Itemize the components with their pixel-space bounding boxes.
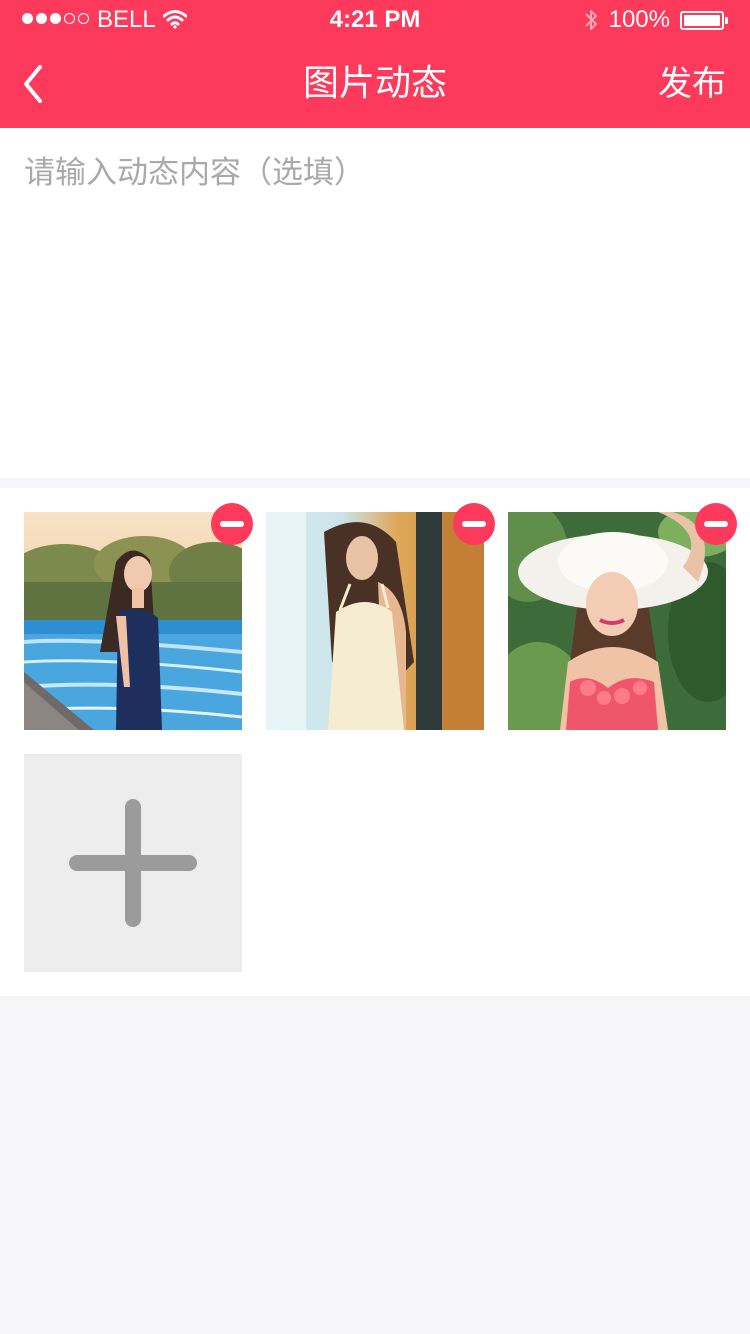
woman-by-pool-photo [24,512,242,730]
bluetooth-icon [585,10,597,30]
woman-in-white-dress-photo [266,512,484,730]
remove-image-button[interactable] [211,503,253,545]
navigation-bar: 图片动态 发布 [0,40,750,128]
status-bar: BELL 4:21 PM 100% [0,0,750,40]
page-title: 图片动态 [302,63,447,104]
image-thumbnail[interactable] [24,503,253,730]
remove-image-button[interactable] [453,503,495,545]
remove-image-button[interactable] [695,503,737,545]
battery-cap [725,17,728,24]
minus-circle-icon [704,521,728,527]
app-header: BELL 4:21 PM 100% 图片动态 发布 [0,0,750,128]
minus-circle-icon [462,521,486,527]
battery-percentage: 100% [608,6,670,33]
post-content-input[interactable] [24,150,724,450]
add-image-button[interactable] [24,754,242,972]
image-thumbnail[interactable] [508,503,737,730]
post-content-area [0,128,750,478]
minus-circle-icon [220,521,244,527]
image-grid [0,488,750,996]
woman-in-sun-hat-photo [508,512,726,730]
publish-button[interactable]: 发布 [658,60,726,108]
plus-icon-vertical-stroke [125,799,141,927]
image-thumbnail[interactable] [266,503,495,730]
battery-icon [680,11,724,30]
